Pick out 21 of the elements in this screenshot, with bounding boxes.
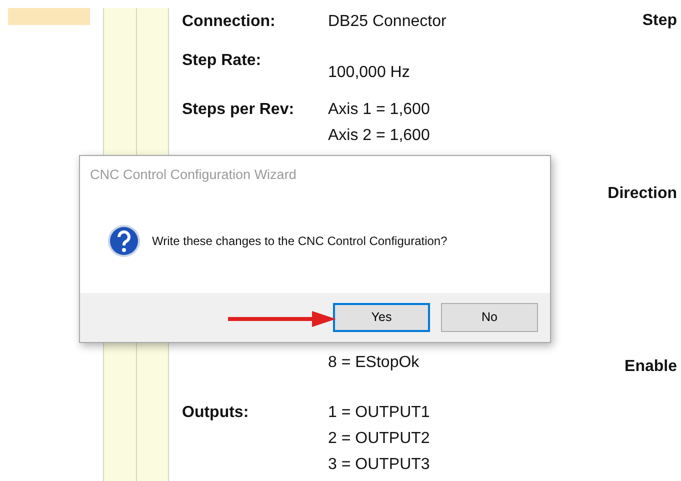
field-value: Axis 2 = 1,600 (328, 127, 430, 144)
dialog-message: Write these changes to the CNC Control Configuration? (152, 232, 448, 250)
field-value: 8 = EStopOk (328, 354, 420, 371)
field-value: DB25 Connector (328, 13, 446, 30)
question-icon (107, 224, 141, 258)
field-label: Connection: (182, 13, 276, 30)
field-value: 100,000 Hz (328, 64, 410, 81)
field-label: Outputs: (182, 404, 249, 421)
field-value: 3 = OUTPUT3 (328, 456, 430, 473)
dialog-title: CNC Control Configuration Wizard (90, 167, 296, 182)
field-value: 2 = OUTPUT2 (328, 430, 430, 447)
yes-button[interactable]: Yes (333, 303, 430, 332)
field-label: Step Rate: (182, 52, 262, 69)
column-heading: Step (642, 11, 677, 31)
field-label: Steps per Rev: (182, 101, 294, 118)
column-heading: Enable (624, 357, 677, 377)
field-value: Axis 1 = 1,600 (328, 101, 430, 118)
arrow-icon (228, 311, 336, 327)
no-button[interactable]: No (441, 303, 538, 332)
column-heading: Direction (608, 184, 677, 204)
field-value: 1 = OUTPUT1 (328, 404, 430, 421)
